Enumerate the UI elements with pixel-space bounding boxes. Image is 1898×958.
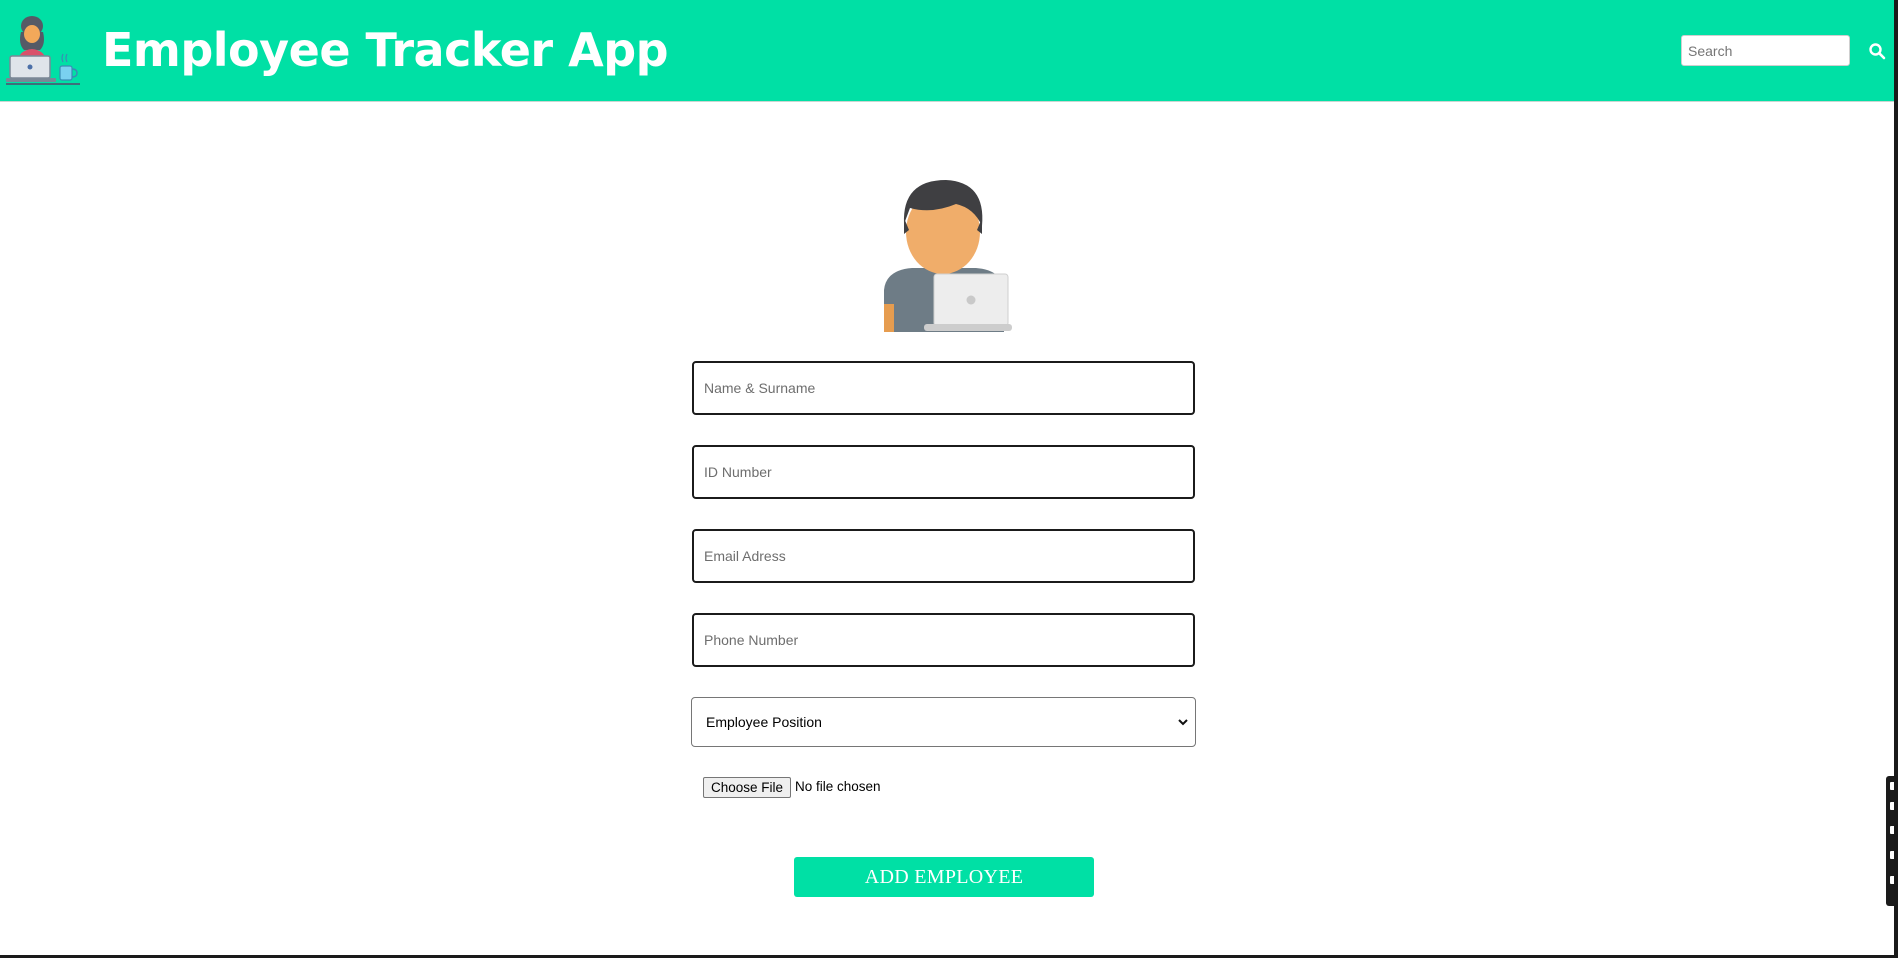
gear-icon[interactable] xyxy=(1890,876,1898,884)
link-icon[interactable] xyxy=(1890,782,1898,790)
side-toolbar xyxy=(1886,776,1898,906)
employee-avatar-icon xyxy=(884,180,1012,332)
square-icon[interactable] xyxy=(1890,826,1898,834)
name-surname-field[interactable] xyxy=(692,361,1195,415)
phone-number-field[interactable] xyxy=(692,613,1195,667)
employee-position-selected-value: Employee Position xyxy=(706,714,822,730)
navbar: Employee Tracker App xyxy=(0,0,1898,102)
page: Employee Tracker App Employee Position xyxy=(0,0,1898,958)
add-employee-button[interactable]: ADD EMPLOYEE xyxy=(794,857,1094,897)
chevron-down-icon xyxy=(1178,719,1188,726)
employee-at-laptop-icon xyxy=(6,16,80,85)
app-title: Employee Tracker App xyxy=(102,23,669,77)
camera-icon[interactable] xyxy=(1890,802,1898,810)
email-field[interactable] xyxy=(692,529,1195,583)
employee-position-select[interactable]: Employee Position xyxy=(691,697,1196,747)
file-status-text: No file chosen xyxy=(795,779,881,794)
id-number-field[interactable] xyxy=(692,445,1195,499)
search-input[interactable] xyxy=(1681,35,1850,66)
copy-icon[interactable] xyxy=(1890,851,1898,859)
search-icon[interactable] xyxy=(1868,42,1886,60)
choose-file-button[interactable]: Choose File xyxy=(703,777,791,798)
